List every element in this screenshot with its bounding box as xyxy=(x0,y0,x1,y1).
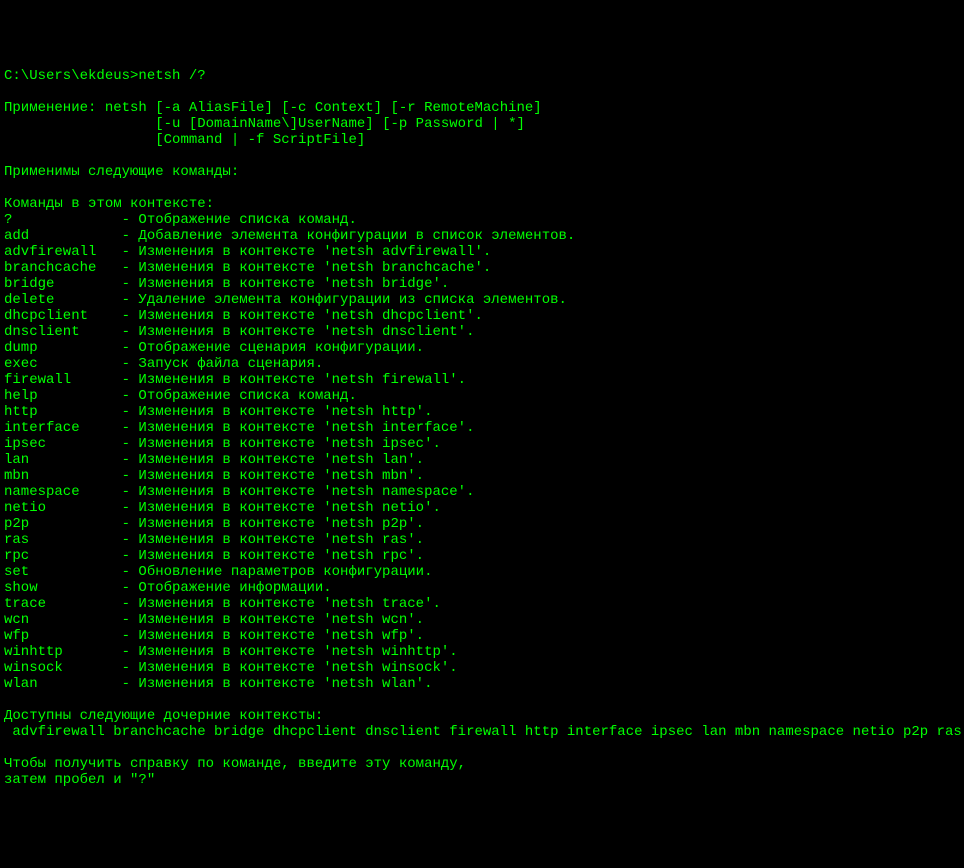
commands-header: Применимы следующие команды: xyxy=(4,164,239,180)
prompt: C:\Users\ekdeus> xyxy=(4,68,138,84)
help-hint-line1: Чтобы получить справку по команде, введи… xyxy=(4,756,466,772)
sub-contexts-list: advfirewall branchcache bridge dhcpclien… xyxy=(4,724,964,740)
context-header: Команды в этом контексте: xyxy=(4,196,214,212)
usage-block: Применение: netsh [-a AliasFile] [-c Con… xyxy=(4,100,542,148)
command-input: netsh /? xyxy=(138,68,205,84)
terminal-output[interactable]: C:\Users\ekdeus>netsh /? Применение: net… xyxy=(4,68,960,788)
sub-contexts-header: Доступны следующие дочерние контексты: xyxy=(4,708,323,724)
help-hint-line2: затем пробел и "?" xyxy=(4,772,155,788)
commands-list: ? - Отображение списка команд. add - Доб… xyxy=(4,212,960,692)
